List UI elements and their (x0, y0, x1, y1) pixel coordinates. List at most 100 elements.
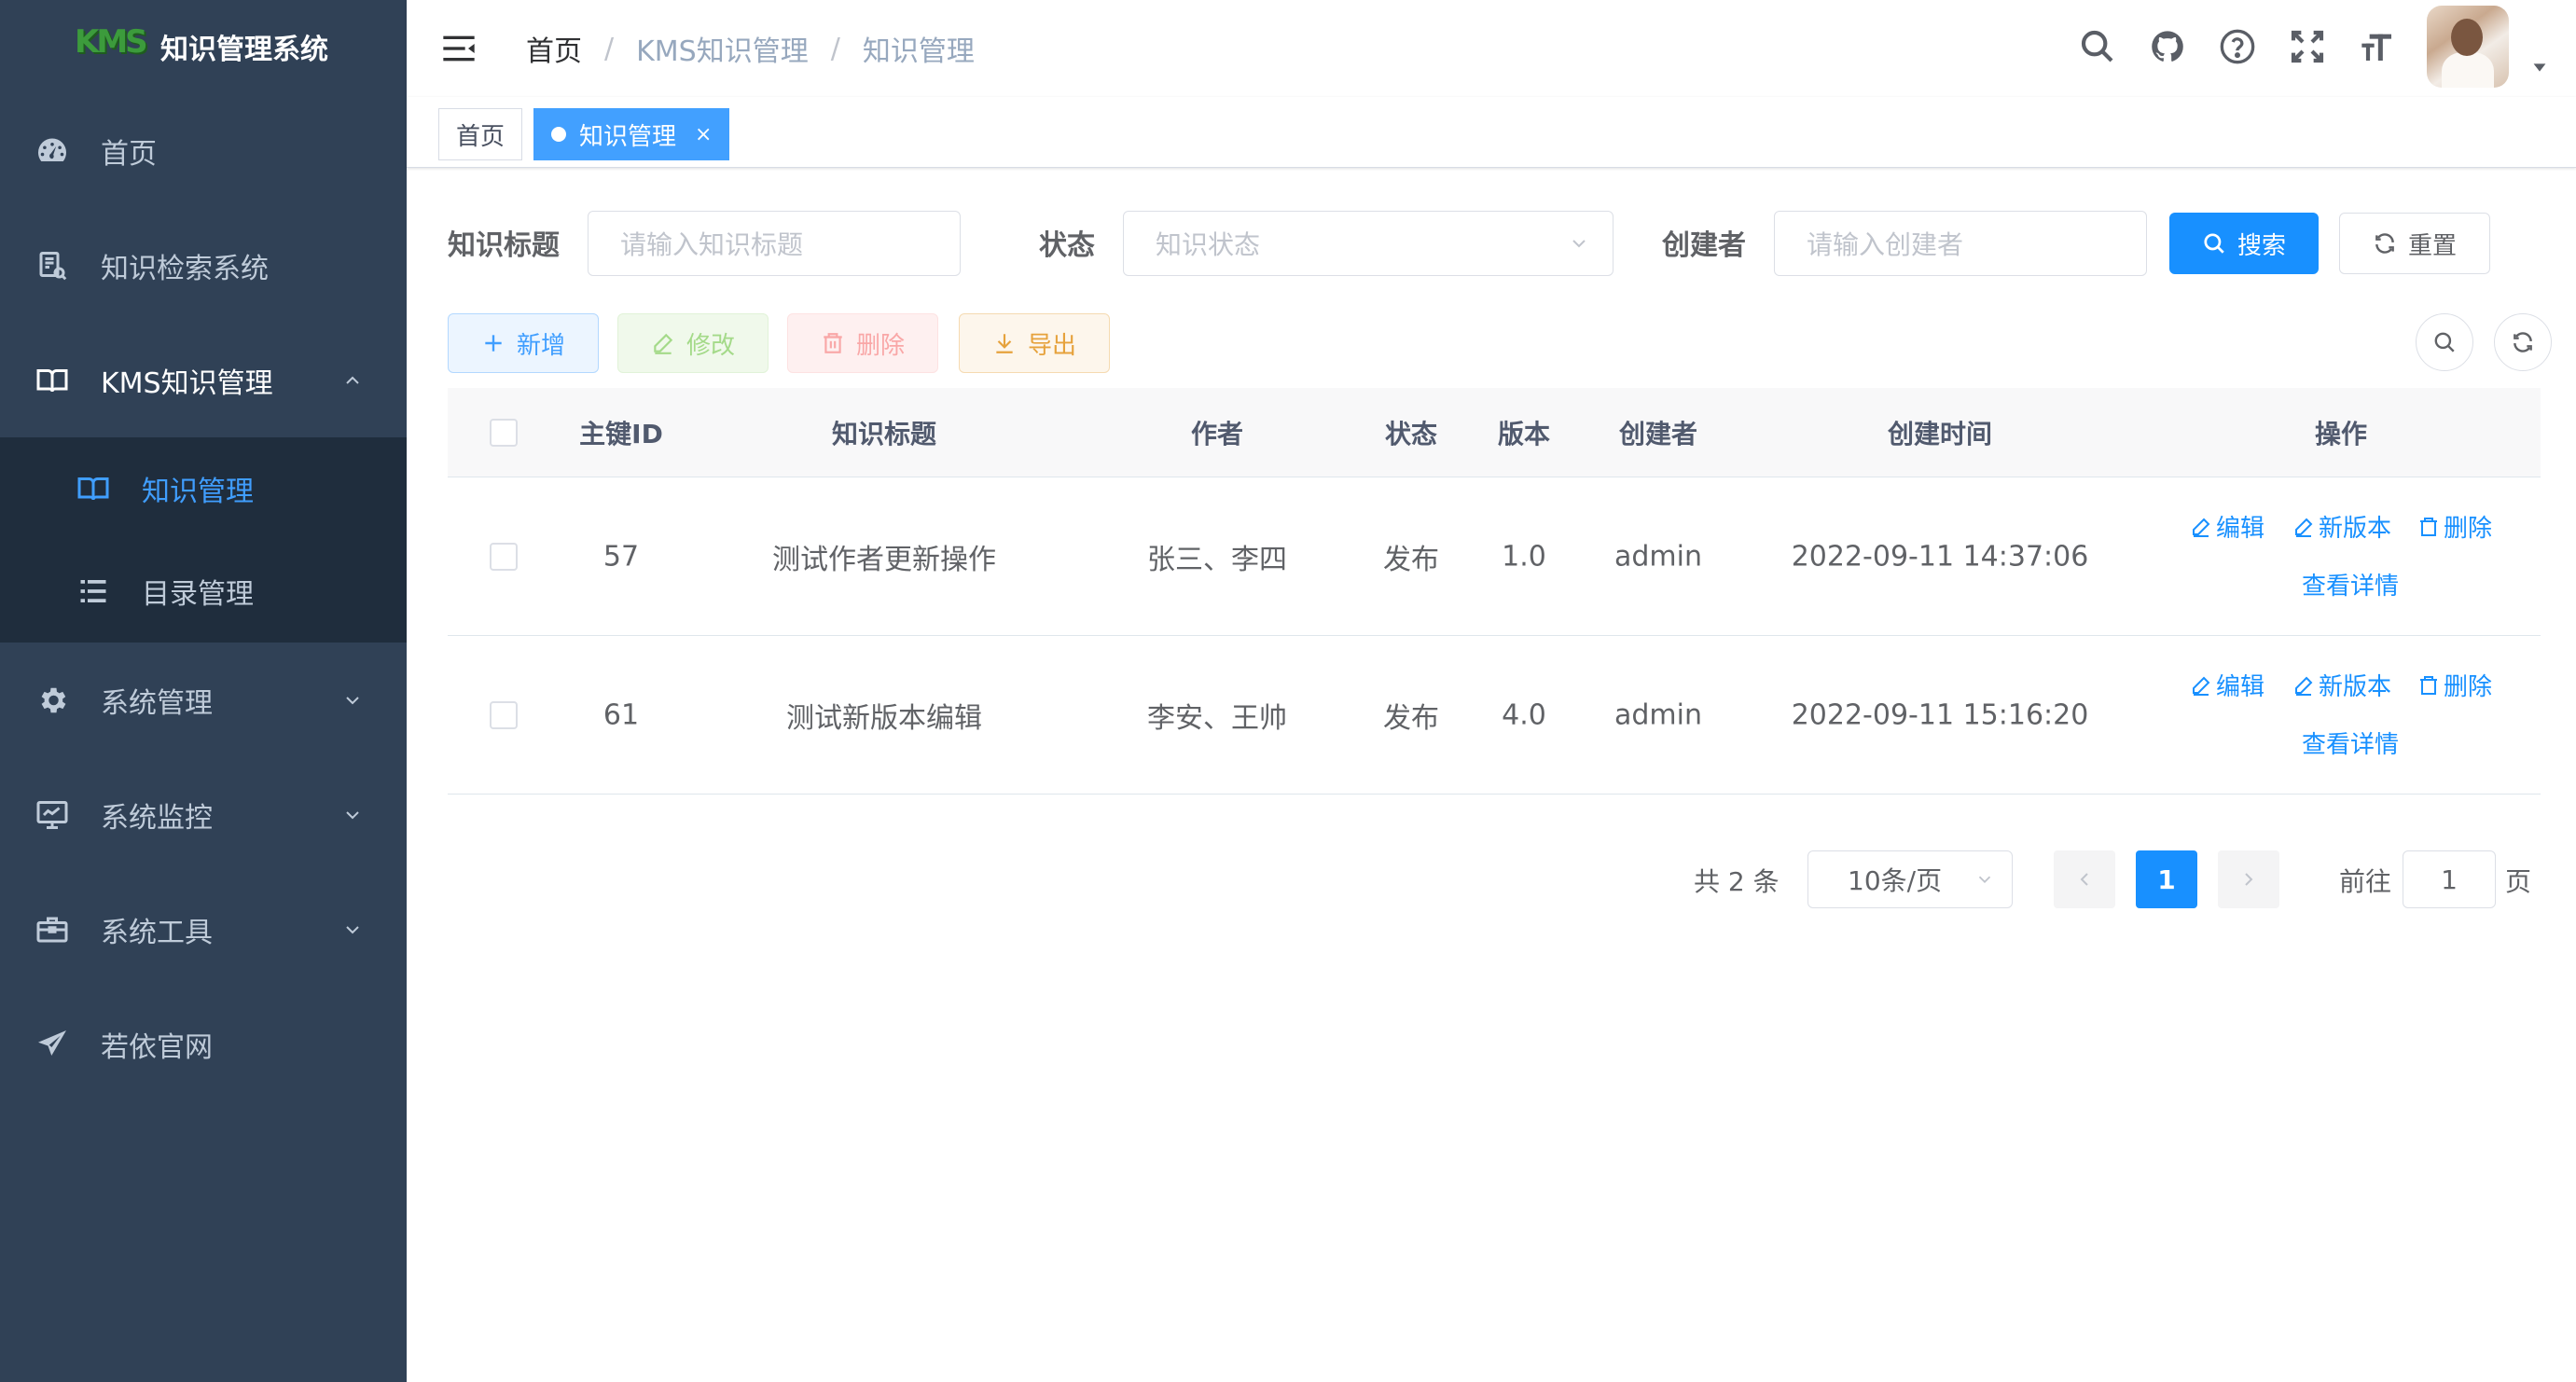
reset-button[interactable]: 重置 (2339, 213, 2490, 274)
github-icon[interactable] (2147, 26, 2188, 67)
book-icon (76, 472, 110, 505)
cell-version: 4.0 (1502, 698, 1546, 731)
sidebar-item-system-tools[interactable]: 系统工具 (0, 872, 407, 987)
next-page-button[interactable] (2218, 850, 2279, 908)
row-edit-link[interactable]: 编辑 (2190, 668, 2264, 702)
sidebar-item-label: 系统监控 (101, 801, 213, 835)
title-input[interactable]: 请输入知识标题 (588, 211, 961, 276)
title-label: 知识标题 (448, 229, 560, 262)
row-detail-link[interactable]: 查看详情 (2302, 726, 2399, 760)
search-icon (2202, 231, 2226, 256)
goto-page-input[interactable]: 1 (2403, 850, 2496, 908)
select-all-checkbox[interactable] (490, 418, 518, 447)
avatar[interactable] (2427, 6, 2509, 88)
row-detail-link[interactable]: 查看详情 (2302, 567, 2399, 601)
sidebar-item-label: 系统工具 (101, 916, 213, 949)
knowledge-table: 主键ID 知识标题 作者 状态 版本 创建者 创建时间 操作 57 测试作者更新… (448, 388, 2541, 795)
row-checkbox[interactable] (490, 542, 518, 571)
export-button[interactable]: 导出 (959, 313, 1110, 373)
toolbox-icon (35, 913, 69, 947)
row-new-version-link[interactable]: 新版本 (2292, 509, 2391, 544)
hamburger-icon[interactable] (440, 30, 478, 67)
sidebar-item-home[interactable]: 首页 (0, 93, 407, 208)
chevron-down-icon (1568, 232, 1590, 255)
active-dot (551, 127, 566, 142)
sidebar-item-label: 知识管理 (142, 476, 254, 508)
cell-title: 测试新版本编辑 (786, 701, 982, 735)
chevron-left-icon (2073, 868, 2096, 891)
breadcrumb: 首页 / KMS知识管理 / 知识管理 (526, 28, 975, 69)
status-select[interactable]: 知识状态 (1123, 211, 1613, 276)
download-icon (992, 331, 1017, 355)
dashboard-icon (35, 134, 69, 168)
trash-icon (2417, 516, 2440, 538)
column-header: 版本 (1497, 418, 1551, 449)
cell-creator: admin (1614, 698, 1702, 731)
row-checkbox[interactable] (490, 700, 518, 729)
column-header: 操作 (2314, 418, 2368, 449)
close-icon[interactable]: × (695, 123, 712, 146)
sidebar-item-search-system[interactable]: 知识检索系统 (0, 208, 407, 323)
row-delete-link[interactable]: 删除 (2417, 509, 2492, 544)
status-label: 状态 (1039, 229, 1095, 262)
table-row: 57 测试作者更新操作 张三、李四 发布 1.0 admin 2022-09-1… (448, 477, 2541, 636)
tags-view: 首页 知识管理 × (407, 97, 2576, 168)
sidebar-item-label: 知识检索系统 (101, 252, 269, 285)
row-delete-link[interactable]: 删除 (2417, 668, 2492, 702)
font-size-icon[interactable] (2357, 26, 2398, 67)
edit-icon (651, 331, 675, 355)
navbar: 首页 / KMS知识管理 / 知识管理 (407, 0, 2576, 97)
monitor-icon (35, 798, 69, 832)
page-size-select[interactable]: 10条/页 (1807, 850, 2013, 908)
gear-icon (35, 684, 69, 717)
column-header: 创建时间 (1887, 418, 1993, 449)
help-icon[interactable] (2217, 26, 2258, 67)
column-header: 主键ID (579, 418, 663, 449)
sidebar-item-label: KMS知识管理 (101, 366, 273, 400)
trash-icon (821, 331, 845, 355)
edit-button[interactable]: 修改 (617, 313, 769, 373)
cell-author: 张三、李四 (1147, 543, 1287, 576)
tag-knowledge-management[interactable]: 知识管理 × (533, 108, 730, 160)
row-edit-link[interactable]: 编辑 (2190, 509, 2264, 544)
app-title: 知识管理系统 (160, 34, 328, 66)
sidebar-item-ruoyi-site[interactable]: 若依官网 (0, 987, 407, 1101)
edit-icon (2190, 516, 2212, 538)
breadcrumb-home[interactable]: 首页 (526, 28, 582, 69)
search-button[interactable]: 搜索 (2169, 213, 2319, 274)
sidebar-item-knowledge-management[interactable]: 知识管理 (0, 437, 407, 540)
cell-author: 李安、王帅 (1147, 701, 1287, 735)
plus-icon (481, 331, 506, 355)
caret-down-icon[interactable] (2529, 57, 2550, 77)
refresh-icon (2511, 330, 2535, 354)
add-button[interactable]: 新增 (448, 313, 599, 373)
search-icon[interactable] (2077, 26, 2118, 67)
creator-input[interactable]: 请输入创建者 (1774, 211, 2147, 276)
chevron-down-icon (341, 804, 364, 826)
cell-creator: admin (1614, 540, 1702, 573)
prev-page-button[interactable] (2054, 850, 2115, 908)
page-suffix: 页 (2505, 866, 2532, 897)
logo: KMS (75, 23, 148, 61)
refresh-table-button[interactable] (2494, 313, 2552, 371)
column-header: 作者 (1190, 418, 1244, 449)
delete-button[interactable]: 删除 (787, 313, 938, 373)
sidebar-item-kms[interactable]: KMS知识管理 (0, 323, 407, 437)
sidebar-item-system-monitor[interactable]: 系统监控 (0, 757, 407, 872)
sidebar-item-catalog-management[interactable]: 目录管理 (0, 540, 407, 643)
sidebar-item-system-management[interactable]: 系统管理 (0, 643, 407, 757)
cell-id: 61 (602, 698, 640, 731)
toggle-search-button[interactable] (2416, 313, 2473, 371)
page-number-current[interactable]: 1 (2136, 850, 2197, 908)
sidebar: KMS 知识管理系统 首页 知识检索系统 KMS知识管理 知识管理 目录管理 系… (0, 0, 407, 1382)
chevron-up-icon (341, 369, 364, 392)
submenu-kms: 知识管理 目录管理 (0, 437, 407, 643)
cell-created-time: 2022-09-11 15:16:20 (1791, 698, 2089, 731)
fullscreen-icon[interactable] (2287, 26, 2328, 67)
edit-icon (2292, 516, 2315, 538)
creator-label: 创建者 (1662, 229, 1746, 262)
row-new-version-link[interactable]: 新版本 (2292, 668, 2391, 702)
paper-plane-icon (35, 1028, 69, 1061)
breadcrumb-kms: KMS知识管理 (636, 35, 809, 68)
tag-home[interactable]: 首页 (438, 108, 523, 160)
